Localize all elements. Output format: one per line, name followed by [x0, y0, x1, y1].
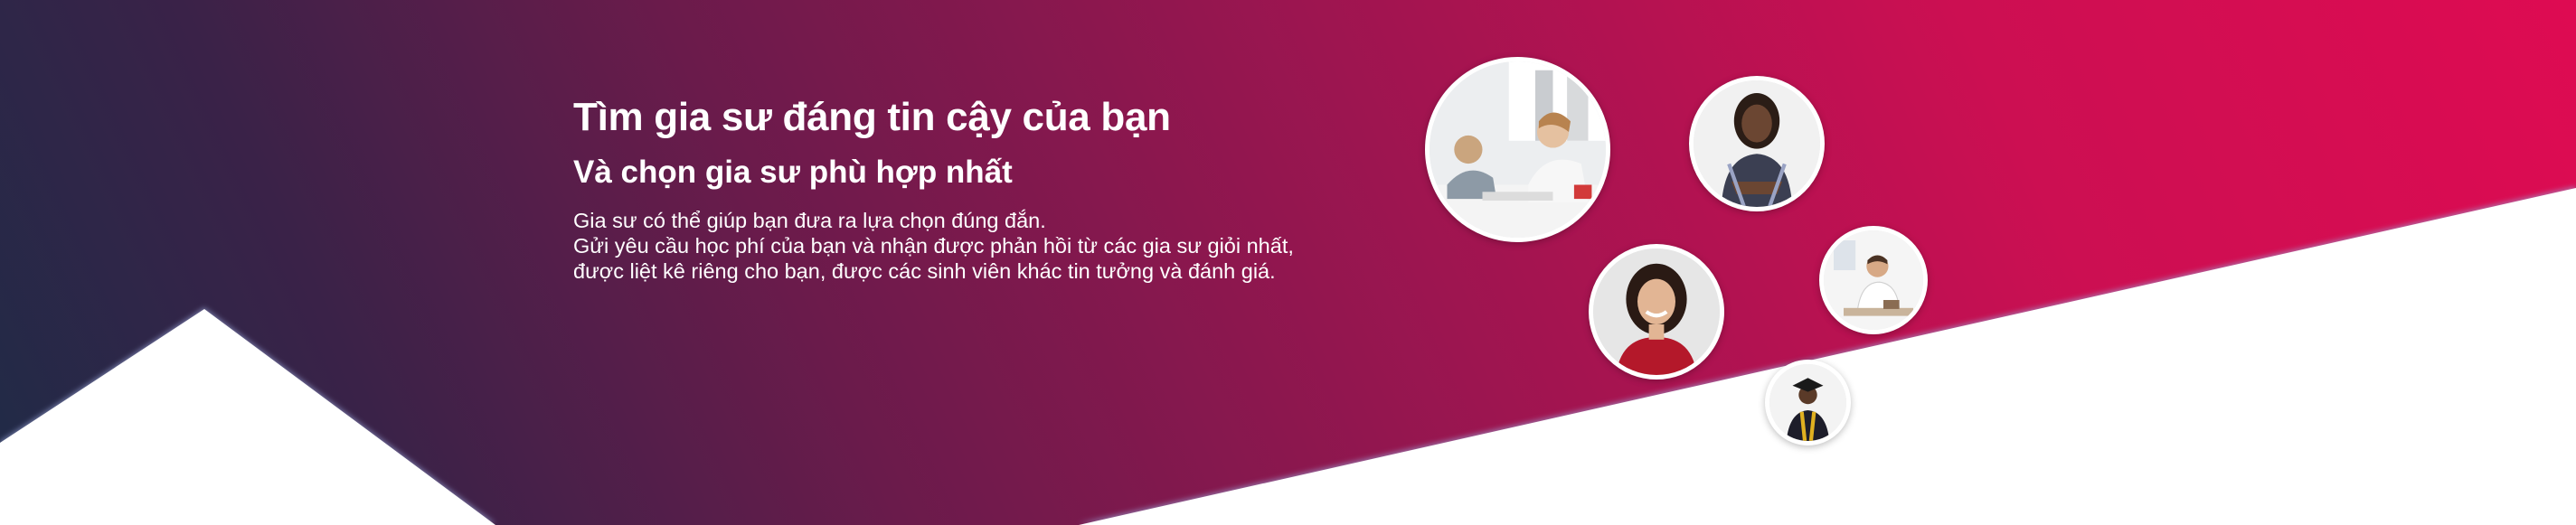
description-line: Gia sư có thể giúp bạn đưa ra lựa chọn đ…: [573, 209, 1046, 232]
hero-subtitle: Và chọn gia sư phù hợp nhất: [573, 155, 1013, 190]
woman-arms-crossed-photo: [1689, 76, 1825, 211]
smiling-woman-red-top-photo: [1589, 244, 1724, 380]
students-studying-photo: [1425, 57, 1610, 242]
hero-text: Tìm gia sư đáng tin cậy của bạn Và chọn …: [573, 94, 1387, 284]
graduate-photo: [1765, 360, 1851, 445]
description-line: được liệt kê riêng cho bạn, được các sin…: [573, 259, 1276, 283]
hero-description: Gia sư có thể giúp bạn đưa ra lựa chọn đ…: [573, 208, 1387, 284]
left-white-peak: [0, 309, 495, 525]
man-at-desk-photo: [1819, 226, 1928, 334]
description-line: Gửi yêu cầu học phí của bạn và nhận được…: [573, 234, 1294, 258]
hero-title: Tìm gia sư đáng tin cậy của bạn: [573, 95, 1171, 139]
